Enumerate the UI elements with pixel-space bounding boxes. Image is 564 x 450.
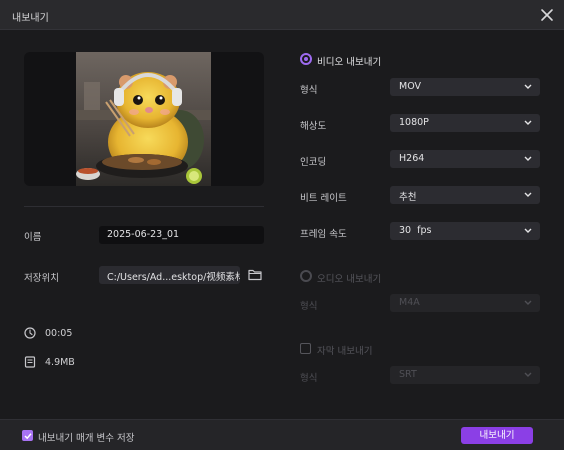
audio-export-radio[interactable] xyxy=(300,270,312,282)
video-export-title: 비디오 내보내기 xyxy=(317,57,382,68)
chevron-down-icon xyxy=(524,228,532,233)
encoding-label: 인코딩 xyxy=(300,157,327,168)
title-bar: 내보내기 xyxy=(0,0,564,30)
audio-format-value: M4A xyxy=(399,297,420,308)
export-button[interactable]: 내보내기 xyxy=(461,427,533,444)
video-export-radio[interactable] xyxy=(300,53,312,65)
close-icon[interactable] xyxy=(538,6,556,24)
format-select[interactable]: MOV xyxy=(390,78,540,96)
chevron-down-icon xyxy=(524,372,532,377)
file-size-value: 4.9MB xyxy=(45,357,75,368)
chevron-down-icon xyxy=(524,300,532,305)
subtitle-format-select[interactable]: SRT xyxy=(390,366,540,384)
audio-export-title: 오디오 내보내기 xyxy=(317,274,382,285)
preview-thumbnail xyxy=(76,52,211,186)
audio-format-select[interactable]: M4A xyxy=(390,294,540,312)
subtitle-export-title: 자막 내보내기 xyxy=(317,346,373,357)
chevron-down-icon xyxy=(524,120,532,125)
encoding-select[interactable]: H264 xyxy=(390,150,540,168)
save-path-field[interactable]: C:/Users/Ad...esktop/视频素材 xyxy=(99,266,240,284)
remember-settings-label: 내보내기 매개 변수 저장 xyxy=(38,433,135,444)
remember-settings-checkbox[interactable] xyxy=(22,430,33,441)
framerate-value: 30 fps xyxy=(399,225,432,236)
framerate-label: 프레임 속도 xyxy=(300,229,347,240)
audio-format-label: 형식 xyxy=(300,301,318,312)
format-label: 형식 xyxy=(300,85,318,96)
window-title: 내보내기 xyxy=(12,13,49,24)
video-preview xyxy=(24,52,264,186)
resolution-label: 해상도 xyxy=(300,121,327,132)
name-input[interactable]: 2025-06-23_01 xyxy=(99,226,264,244)
resolution-select[interactable]: 1080P xyxy=(390,114,540,132)
clock-icon xyxy=(24,327,36,339)
check-icon xyxy=(24,433,32,440)
duration-value: 00:05 xyxy=(45,328,73,339)
format-value: MOV xyxy=(399,81,422,92)
chevron-down-icon xyxy=(524,84,532,89)
subtitle-export-checkbox[interactable] xyxy=(300,343,311,354)
bitrate-select[interactable]: 추천 xyxy=(390,186,540,204)
resolution-value: 1080P xyxy=(399,117,429,128)
left-divider xyxy=(24,206,264,207)
subtitle-format-label: 형식 xyxy=(300,373,318,384)
bitrate-label: 비트 레이트 xyxy=(300,193,347,204)
framerate-select[interactable]: 30 fps xyxy=(390,222,540,240)
file-size-icon xyxy=(24,356,36,368)
subtitle-format-value: SRT xyxy=(399,369,417,380)
bitrate-value: 추천 xyxy=(399,192,417,203)
name-label: 이름 xyxy=(24,232,42,243)
chevron-down-icon xyxy=(524,192,532,197)
chevron-down-icon xyxy=(524,156,532,161)
encoding-value: H264 xyxy=(399,153,425,164)
folder-icon[interactable] xyxy=(248,268,262,281)
footer-bar: 내보내기 매개 변수 저장 내보내기 xyxy=(0,419,564,450)
save-location-label: 저장위치 xyxy=(24,273,59,284)
